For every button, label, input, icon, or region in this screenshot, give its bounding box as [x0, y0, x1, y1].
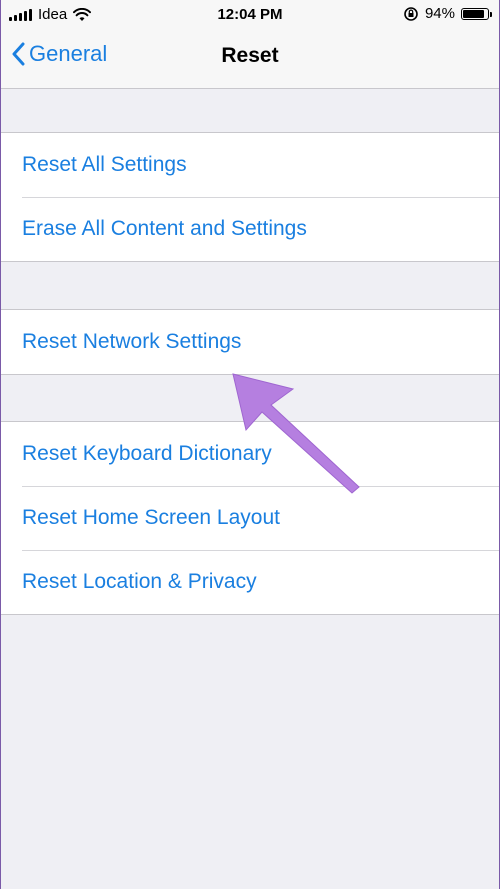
battery-icon	[461, 7, 492, 20]
status-bar: Idea 12:04 PM 94%	[1, 0, 499, 30]
status-right: 94%	[403, 5, 492, 22]
navigation-bar: General Reset	[1, 30, 499, 88]
reset-all-settings-button[interactable]: Reset All Settings	[1, 133, 499, 197]
reset-group-3: Reset Keyboard Dictionary Reset Home Scr…	[1, 421, 499, 615]
reset-location-privacy-button[interactable]: Reset Location & Privacy	[1, 550, 499, 614]
page-title: Reset	[221, 44, 279, 67]
erase-all-content-button[interactable]: Erase All Content and Settings	[1, 197, 499, 261]
orientation-lock-icon	[404, 6, 418, 21]
reset-group-1: Reset All Settings Erase All Content and…	[1, 132, 499, 262]
reset-home-screen-layout-button[interactable]: Reset Home Screen Layout	[1, 486, 499, 550]
reset-keyboard-dictionary-button[interactable]: Reset Keyboard Dictionary	[1, 422, 499, 486]
reset-network-settings-button[interactable]: Reset Network Settings	[1, 310, 499, 374]
top-bar: Idea 12:04 PM 94% General Reset	[1, 0, 499, 89]
battery-percent: 94%	[424, 5, 455, 22]
reset-group-2: Reset Network Settings	[1, 309, 499, 375]
